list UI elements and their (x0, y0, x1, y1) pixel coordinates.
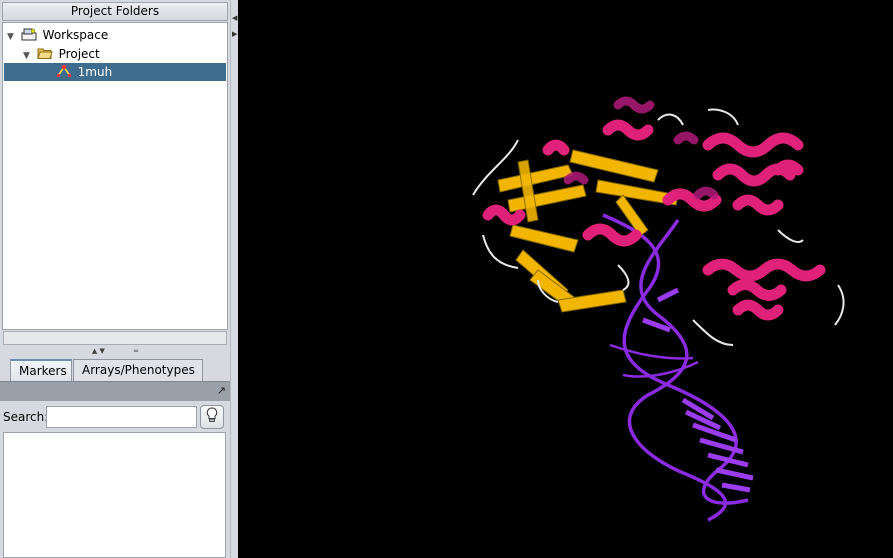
project-tree[interactable]: ▼ Workspace ▼ Project 1muh (2, 22, 228, 330)
markers-toolbar: ↗ (0, 381, 230, 401)
tree-item-label: Project (58, 47, 100, 61)
search-lightbulb-button[interactable] (200, 405, 224, 429)
tree-item-workspace[interactable]: ▼ Workspace (7, 26, 108, 44)
tab-markers[interactable]: Markers (10, 359, 72, 381)
tab-arrays-phenotypes[interactable]: Arrays/Phenotypes (73, 359, 203, 381)
molecule-3d-viewer[interactable] (238, 0, 893, 558)
tree-horizontal-scrollbar[interactable] (3, 331, 227, 345)
vertical-split-divider[interactable]: ◀ ▶ (230, 0, 238, 558)
markers-list[interactable] (3, 432, 226, 558)
search-label: Search: (3, 410, 49, 424)
project-folders-header: Project Folders (2, 2, 228, 21)
tree-item-1muh[interactable]: 1muh (4, 63, 226, 81)
tree-item-project[interactable]: ▼ Project (23, 45, 100, 63)
workspace-icon (21, 28, 37, 41)
folder-open-icon (37, 48, 53, 59)
undock-arrow-icon[interactable]: ↗ (217, 384, 226, 397)
helix-shadows (563, 96, 719, 200)
tree-item-label: 1muh (77, 65, 113, 79)
coil-loops (472, 108, 845, 346)
molecule-render (472, 96, 845, 522)
split-pane-divider[interactable]: ▲ ▼ ═ (0, 346, 230, 356)
expand-toggle-icon[interactable]: ▼ (7, 28, 17, 46)
lightbulb-icon (206, 407, 218, 422)
left-panel: Project Folders ▼ Workspace ▼ Project 1m… (0, 0, 230, 558)
structure-icon (56, 64, 72, 78)
search-input[interactable] (46, 406, 197, 428)
tree-item-label: Workspace (42, 28, 109, 42)
